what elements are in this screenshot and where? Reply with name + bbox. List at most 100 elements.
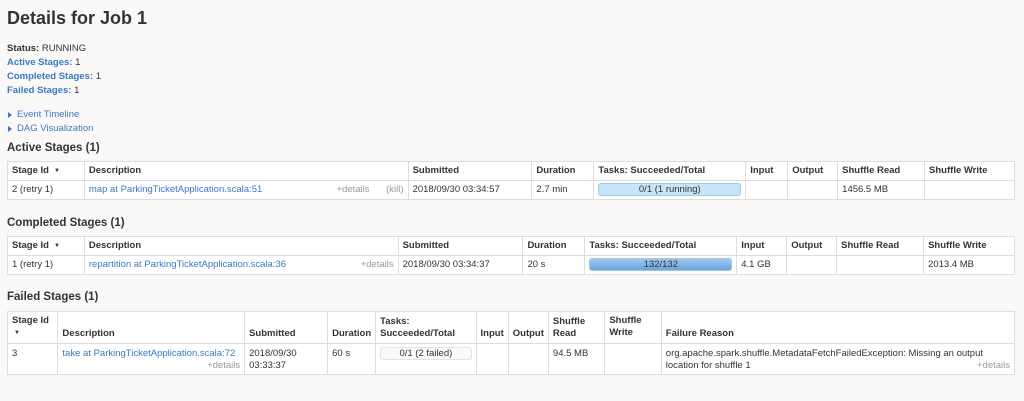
failure-reason-header[interactable]: Failure Reason [660,311,1016,344]
status-label: Status: [7,43,40,54]
job-details-page: Details for Job 1 Status: RUNNING Active… [0,0,1024,375]
table-header-row: Stage Id ▼ Description Submitted Duration… [7,236,1015,256]
failed-stages-row: Failed Stages: 1 [7,84,1017,98]
input-cell: 4.1 GB [736,255,788,275]
submitted-header[interactable]: Submitted [407,161,533,181]
job-summary: Status: RUNNING Active Stages: 1 Complet… [7,42,1017,98]
details-toggle[interactable]: +details [62,360,240,372]
tasks-progress-bar: 0/1 (2 failed) [380,347,472,360]
output-header[interactable]: Output [786,236,838,256]
duration-header[interactable]: Duration [327,311,377,344]
tasks-progress-bar: 0/1 (1 running) [598,183,742,196]
active-stages-count: 1 [75,57,81,68]
submitted-header[interactable]: Submitted [244,311,329,344]
triangle-right-icon [8,126,12,132]
completed-stages-heading[interactable]: Completed Stages (1) [7,217,1017,229]
description-cell: take at ParkingTicketApplication.scala:7… [57,343,246,375]
dag-visualization-label: DAG Visualization [17,123,94,134]
tasks-progress-text: 0/1 (1 running) [638,184,701,195]
submitted-cell: 2018/09/30 03:33:37 [244,343,329,375]
shuffle-write-cell: 2013.4 MB [923,255,1015,275]
sort-down-icon: ▼ [53,168,60,174]
submitted-header[interactable]: Submitted [397,236,524,256]
shuffle-read-header[interactable]: Shuffle Read [547,311,606,344]
output-header[interactable]: Output [787,161,839,181]
description-cell: repartition at ParkingTicketApplication.… [83,255,399,275]
shuffle-write-header[interactable]: Shuffle Write [923,236,1015,256]
table-row: 1 (retry 1) repartition at ParkingTicket… [7,255,1015,275]
active-stages-heading[interactable]: Active Stages (1) [7,142,1017,154]
input-cell [475,343,509,375]
tasks-header[interactable]: Tasks: Succeeded/Total [375,311,477,344]
duration-cell: 2.7 min [531,180,595,200]
shuffle-write-cell [604,343,662,375]
description-cell: map at ParkingTicketApplication.scala:51… [83,180,409,200]
failure-details-toggle[interactable]: +details [977,360,1010,372]
duration-cell: 60 s [327,343,377,375]
table-row: 3 take at ParkingTicketApplication.scala… [6,343,1016,375]
submitted-cell: 2018/09/30 03:34:37 [397,255,524,275]
table-header-row: Stage Id ▼ Description Submitted Duration… [6,311,1016,344]
shuffle-read-header[interactable]: Shuffle Read [837,161,926,181]
sort-down-icon: ▼ [14,330,20,336]
failed-stages-count: 1 [74,85,80,96]
shuffle-read-cell: 94.5 MB [547,343,606,375]
triangle-right-icon [8,112,12,118]
stage-id-header[interactable]: Stage Id ▼ [7,161,85,181]
shuffle-read-header[interactable]: Shuffle Read [836,236,925,256]
failure-reason-text: org.apache.spark.shuffle.MetadataFetchFa… [665,348,983,371]
completed-stages-table: Stage Id ▼ Description Submitted Duration… [7,236,1015,275]
active-stages-row: Active Stages: 1 [7,56,1017,70]
page-title: Details for Job 1 [7,8,148,28]
active-stages-link[interactable]: Active Stages: [7,57,72,68]
shuffle-write-header[interactable]: Shuffle Write [924,161,1015,181]
tasks-header[interactable]: Tasks: Succeeded/Total [584,236,738,256]
status-value: RUNNING [41,43,87,54]
failed-stages-heading[interactable]: Failed Stages (1) [7,291,1017,303]
tasks-cell: 0/1 (1 running) [593,180,747,200]
duration-header[interactable]: Duration [522,236,586,256]
table-header-row: Stage Id ▼ Description Submitted Duration… [7,161,1015,181]
output-cell [507,343,549,375]
failed-stages-table: Stage Id ▼ Description Submitted Duration… [6,311,1016,375]
failure-reason-cell: org.apache.spark.shuffle.MetadataFetchFa… [660,343,1016,375]
tasks-header[interactable]: Tasks: Succeeded/Total [593,161,747,181]
input-cell [745,180,789,200]
tasks-progress-text: 0/1 (2 failed) [399,348,453,359]
dag-visualization-toggle[interactable]: DAG Visualization [7,122,1017,136]
description-header[interactable]: Description [83,236,399,256]
input-header[interactable]: Input [745,161,789,181]
status-row: Status: RUNNING [7,42,1017,56]
kill-link[interactable]: (kill) [386,184,403,195]
tasks-cell: 0/1 (2 failed) [375,343,477,375]
description-header[interactable]: Description [57,311,246,344]
sort-down-icon: ▼ [53,243,60,249]
tasks-cell: 132/132 [584,255,738,275]
event-timeline-toggle[interactable]: Event Timeline [7,108,1017,122]
stage-id-cell: 2 (retry 1) [7,180,85,200]
output-header[interactable]: Output [507,311,549,344]
stage-description-link[interactable]: repartition at ParkingTicketApplication.… [89,256,286,274]
submitted-cell: 2018/09/30 03:34:57 [407,180,533,200]
shuffle-write-header[interactable]: Shuffle Write [604,311,662,344]
completed-stages-count: 1 [95,71,101,82]
completed-stages-link[interactable]: Completed Stages: [7,71,93,82]
duration-header[interactable]: Duration [531,161,595,181]
details-toggle[interactable]: +details [361,256,394,274]
stage-id-header[interactable]: Stage Id ▼ [7,236,85,256]
stage-description-link[interactable]: map at ParkingTicketApplication.scala:51 [89,181,262,199]
stage-id-header[interactable]: Stage Id ▼ [6,311,59,344]
stage-description-link[interactable]: take at ParkingTicketApplication.scala:7… [62,348,235,359]
output-cell [786,255,838,275]
input-header[interactable]: Input [475,311,509,344]
input-header[interactable]: Input [736,236,788,256]
shuffle-read-cell [836,255,925,275]
table-row: 2 (retry 1) map at ParkingTicketApplicat… [7,180,1015,200]
event-timeline-label: Event Timeline [17,109,80,120]
completed-stages-row: Completed Stages: 1 [7,70,1017,84]
failed-stages-link[interactable]: Failed Stages: [7,85,71,96]
details-toggle[interactable]: +details [336,184,369,195]
duration-cell: 20 s [522,255,586,275]
output-cell [787,180,839,200]
description-header[interactable]: Description [83,161,409,181]
